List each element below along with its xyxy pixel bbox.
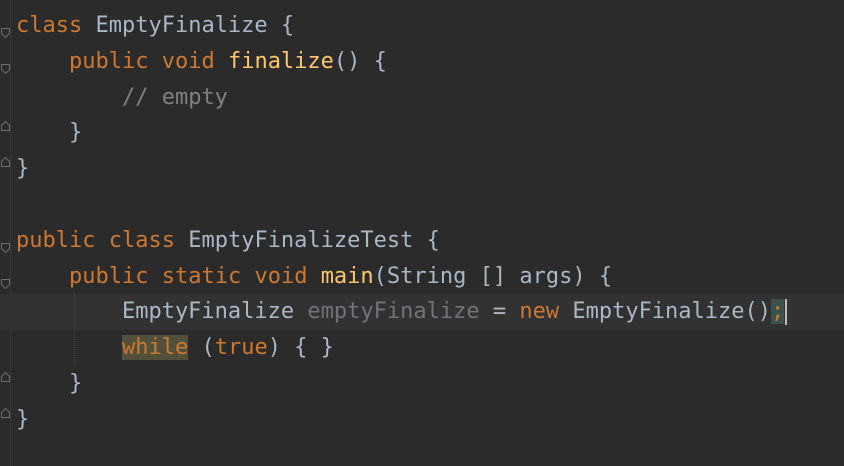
code-token: }	[16, 371, 83, 396]
code-token: () {	[333, 48, 387, 74]
code-token: class	[16, 13, 83, 38]
code-token: ;	[771, 299, 785, 325]
code-line[interactable]: public class EmptyFinalizeTest {	[16, 223, 440, 259]
fold-open-icon[interactable]	[1, 278, 10, 289]
code-line[interactable]: while (true) { }	[16, 330, 334, 366]
code-token: public	[68, 263, 149, 289]
code-line[interactable]: }	[16, 402, 29, 438]
code-token: void	[161, 48, 215, 74]
code-token: finalize	[227, 48, 334, 74]
fold-close-icon[interactable]	[1, 121, 10, 132]
code-token: void	[254, 263, 308, 289]
fold-close-icon[interactable]	[1, 372, 10, 382]
code-token: EmptyFinalize {	[82, 13, 295, 38]
code-token: static	[161, 263, 242, 289]
text-caret	[785, 299, 788, 326]
code-token: // empty	[121, 84, 228, 110]
code-token: (	[188, 335, 215, 361]
code-token: true	[214, 335, 268, 361]
fold-open-icon[interactable]	[1, 242, 10, 253]
fold-close-icon[interactable]	[1, 157, 10, 168]
code-token: public	[68, 48, 149, 74]
code-token: emptyFinalize	[307, 299, 480, 325]
code-token: }	[16, 120, 83, 146]
code-token: }	[16, 156, 30, 182]
code-token: ) { }	[267, 335, 334, 361]
code-token: class	[108, 227, 175, 253]
code-token: while	[121, 335, 189, 361]
code-line[interactable]: // empty	[16, 80, 228, 116]
code-token: EmptyFinalize()	[559, 299, 772, 325]
code-token: =	[479, 299, 520, 325]
indent-guide	[74, 294, 76, 366]
code-line[interactable]: }	[16, 115, 82, 151]
code-line-current[interactable]: EmptyFinalize emptyFinalize = new EmptyF…	[0, 294, 844, 331]
code-line[interactable]: }	[16, 366, 82, 402]
code-token: }	[16, 406, 30, 432]
fold-open-icon[interactable]	[1, 63, 10, 74]
code-token: main	[320, 263, 374, 289]
code-token: new	[519, 299, 560, 325]
code-token: public	[16, 227, 96, 253]
code-line[interactable]: class EmptyFinalize {	[16, 8, 294, 44]
fold-close-icon[interactable]	[1, 407, 10, 418]
code-line[interactable]: public void finalize() {	[16, 44, 387, 80]
code-token: EmptyFinalize	[16, 299, 308, 325]
code-token: (String [] args) {	[373, 263, 613, 289]
code-editor[interactable]: class EmptyFinalize { public void finali…	[0, 0, 844, 466]
code-line[interactable]: public static void main(String [] args) …	[16, 259, 612, 295]
code-token: EmptyFinalizeTest {	[174, 227, 440, 253]
code-line[interactable]: }	[16, 151, 29, 187]
fold-open-icon[interactable]	[1, 28, 10, 38]
